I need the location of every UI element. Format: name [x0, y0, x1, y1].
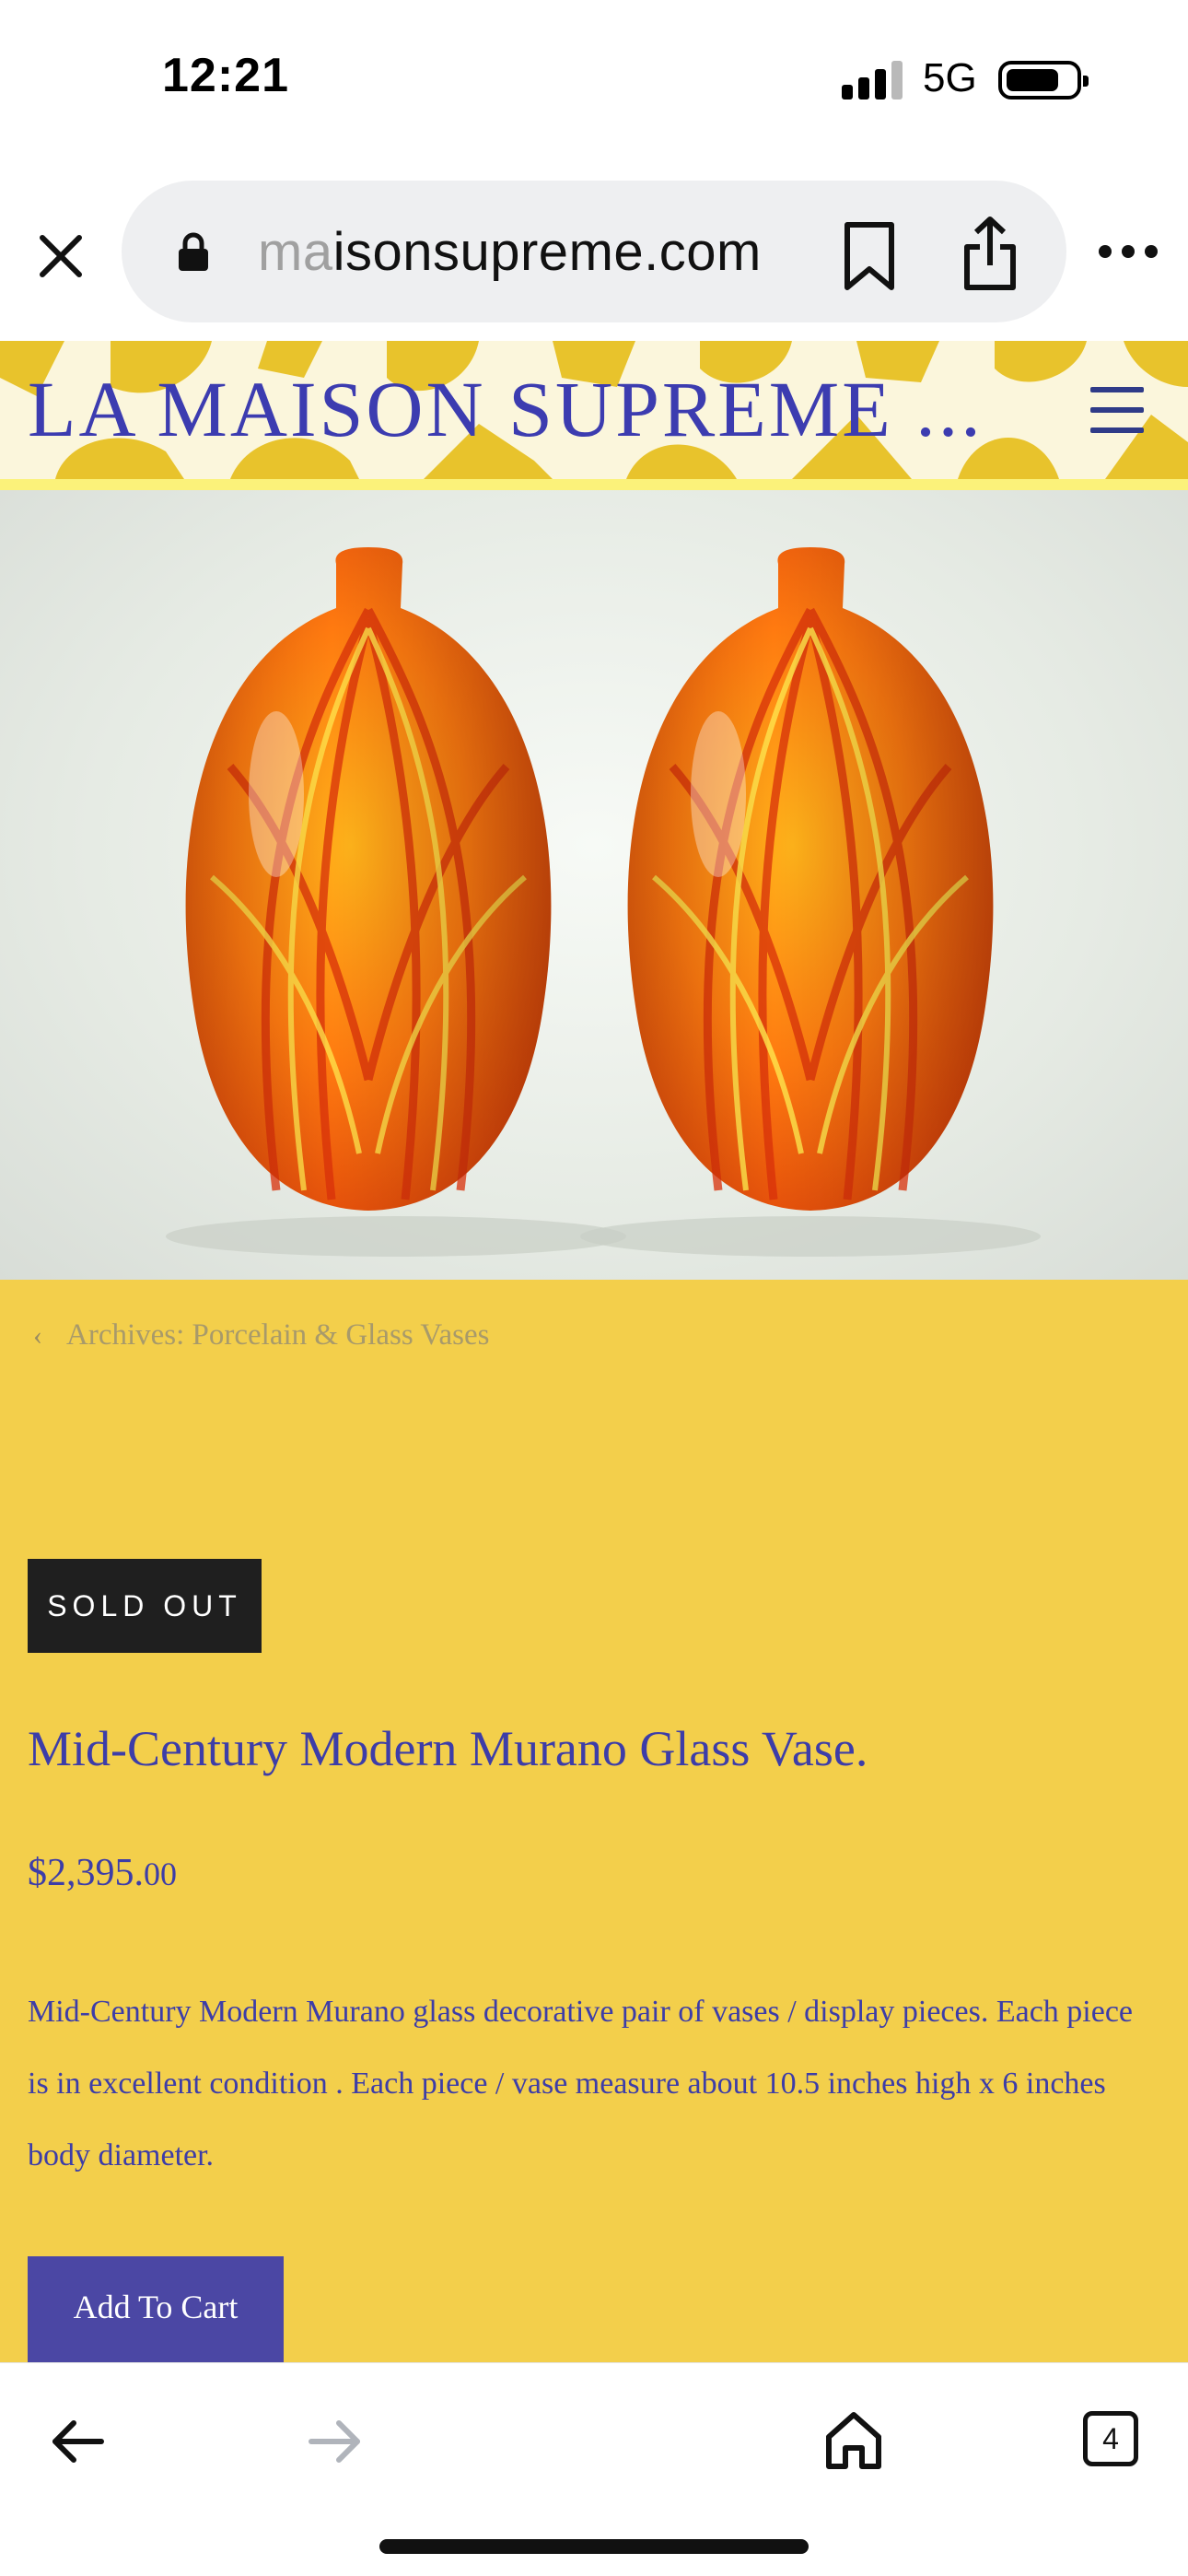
status-time: 12:21	[162, 49, 289, 102]
url-faded-prefix: ma	[258, 222, 333, 282]
chevron-left-icon: ‹	[33, 1320, 42, 1351]
add-to-cart-button[interactable]: Add To Cart	[28, 2256, 284, 2362]
cellular-signal-icon	[842, 59, 906, 100]
product-description: Mid-Century Modern Murano glass decorati…	[28, 1995, 1134, 2172]
battery-icon	[998, 61, 1089, 100]
url-text: maisonsupreme.com	[258, 221, 762, 283]
home-indicator[interactable]	[379, 2539, 809, 2554]
price-cents: 00	[144, 1856, 177, 1892]
close-icon[interactable]	[35, 230, 87, 282]
bookmark-icon[interactable]	[840, 219, 899, 293]
site-title[interactable]: LA MAISON SUPREME ...	[28, 363, 984, 455]
product-image	[0, 490, 1188, 1280]
left-vase	[185, 547, 552, 1211]
share-icon[interactable]	[960, 216, 1020, 293]
status-bar: 12:21 5G	[0, 0, 1188, 175]
address-bar[interactable]: maisonsupreme.com	[122, 181, 1066, 322]
browser-address-row: maisonsupreme.com	[0, 175, 1188, 341]
right-vase	[627, 547, 994, 1211]
header-divider	[0, 479, 1188, 490]
vases-illustration	[166, 547, 1041, 1257]
product-title: Mid-Century Modern Murano Glass Vase.	[28, 1721, 868, 1776]
lock-icon	[177, 232, 210, 273]
tabs-icon[interactable]: 4	[1083, 2411, 1138, 2466]
price-main: $2,395.	[28, 1852, 144, 1894]
forward-arrow-icon[interactable]	[308, 2418, 363, 2465]
product-details: ‹ Archives: Porcelain & Glass Vases SOLD …	[0, 1280, 1188, 2362]
breadcrumb[interactable]: ‹ Archives: Porcelain & Glass Vases	[33, 1318, 489, 1352]
more-icon[interactable]	[1096, 238, 1160, 265]
sold-out-badge: SOLD OUT	[28, 1559, 262, 1653]
breadcrumb-label: Archives: Porcelain & Glass Vases	[66, 1318, 490, 1352]
home-icon[interactable]	[823, 2409, 884, 2470]
product-price: $2,395.00	[28, 1851, 177, 1895]
hamburger-menu-icon[interactable]	[1090, 387, 1144, 433]
back-arrow-icon[interactable]	[50, 2418, 105, 2465]
url-domain: isonsupreme.com	[332, 222, 762, 282]
network-type: 5G	[923, 55, 977, 100]
site-header: LA MAISON SUPREME ...	[0, 341, 1188, 479]
